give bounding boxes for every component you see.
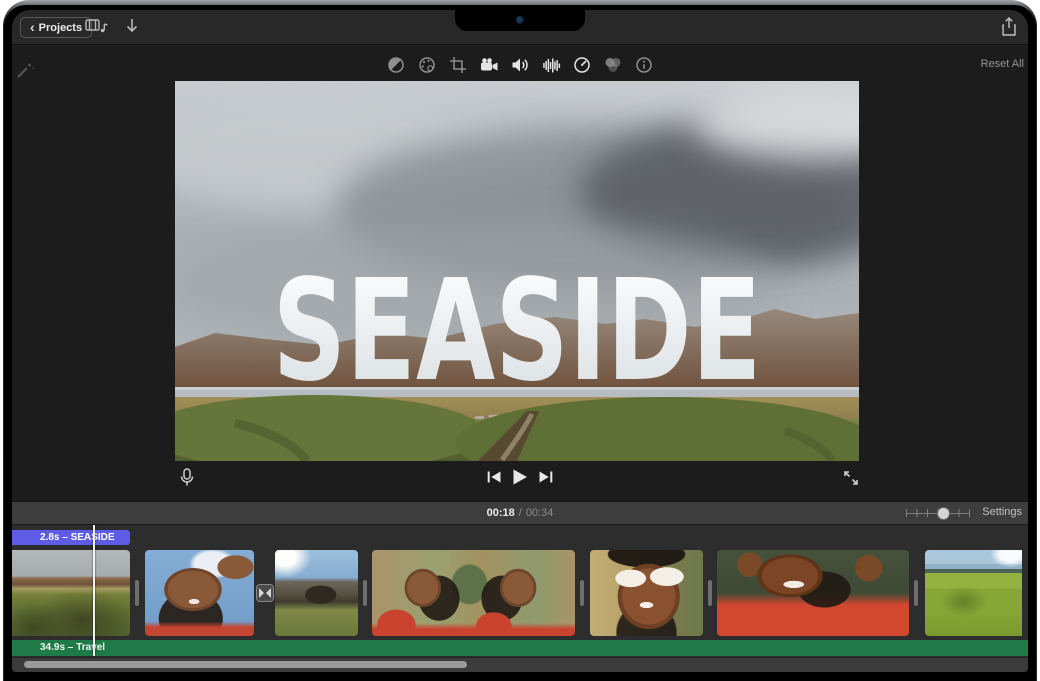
clip-field-landscape[interactable] — [12, 550, 130, 636]
time-separator: / — [519, 507, 522, 519]
adjustments-toolbar: Reset All — [12, 53, 1028, 77]
title-overlay: SEASIDE — [273, 250, 762, 413]
screen: ‹ Projects — [4, 5, 1036, 681]
clip-divider[interactable] — [363, 580, 367, 606]
macbook-mockup: ‹ Projects — [0, 0, 1040, 681]
total-time: 00:34 — [526, 507, 554, 519]
speed-icon[interactable] — [570, 53, 594, 77]
share-icon[interactable] — [1000, 16, 1018, 43]
clip-divider[interactable] — [580, 580, 584, 606]
zoom-slider-thumb[interactable] — [937, 507, 950, 520]
voiceover-mic-icon[interactable] — [178, 467, 196, 494]
info-icon[interactable] — [632, 53, 656, 77]
previous-frame-icon[interactable] — [487, 470, 502, 489]
clip-sunglasses-portrait[interactable] — [590, 550, 703, 636]
back-to-projects-button[interactable]: ‹ Projects — [20, 17, 92, 38]
transport-controls — [12, 467, 1028, 497]
clip-two-portraits[interactable] — [372, 550, 575, 636]
color-correction-icon[interactable] — [415, 53, 439, 77]
download-arrow-icon[interactable] — [124, 16, 140, 36]
next-frame-icon[interactable] — [539, 470, 554, 489]
noise-equalizer-icon[interactable] — [539, 53, 563, 77]
display-notch — [455, 5, 585, 31]
clip-divider[interactable] — [708, 580, 712, 606]
timeline-scrollbar — [12, 657, 1028, 672]
audio-clip-bar[interactable]: 34.9s – Travel — [12, 640, 1028, 656]
timeline-header: 00:18 / 00:34 Settings — [12, 501, 1028, 525]
playhead[interactable] — [93, 525, 95, 656]
timeline: 2.8s – SEASIDE 34.9s – Travel — [12, 525, 1028, 657]
clip-divider[interactable] — [914, 580, 918, 606]
back-chevron-icon: ‹ — [30, 20, 35, 34]
projects-label: Projects — [39, 22, 82, 34]
webcam-dot — [516, 16, 524, 24]
settings-button[interactable]: Settings — [982, 506, 1022, 518]
clip-rocky-coast[interactable] — [275, 550, 358, 636]
crop-icon[interactable] — [446, 53, 470, 77]
clip-laughing-portrait[interactable] — [717, 550, 909, 636]
volume-icon[interactable] — [508, 53, 532, 77]
current-time: 00:18 — [487, 507, 515, 519]
timeline-zoom-slider[interactable] — [906, 508, 970, 518]
media-browser-icon[interactable] — [84, 16, 108, 36]
clip-divider[interactable] — [135, 580, 139, 606]
reset-all-button[interactable]: Reset All — [981, 58, 1024, 70]
auto-enhance-wand-icon[interactable] — [14, 59, 36, 86]
color-balance-icon[interactable] — [384, 53, 408, 77]
video-preview: SEASIDE — [175, 81, 859, 461]
play-icon[interactable] — [512, 468, 529, 491]
clip-portrait-fist[interactable] — [145, 550, 254, 636]
imovie-window: ‹ Projects — [12, 10, 1028, 672]
color-filters-icon[interactable] — [601, 53, 625, 77]
stabilization-icon[interactable] — [477, 53, 501, 77]
clip-row — [12, 525, 1028, 636]
scrollbar-thumb[interactable] — [24, 661, 467, 668]
clip-mossy-hill[interactable] — [925, 550, 1022, 636]
viewer-panel: Reset All — [12, 45, 1028, 501]
transition-icon[interactable] — [256, 584, 274, 602]
fullscreen-icon[interactable] — [843, 470, 859, 491]
